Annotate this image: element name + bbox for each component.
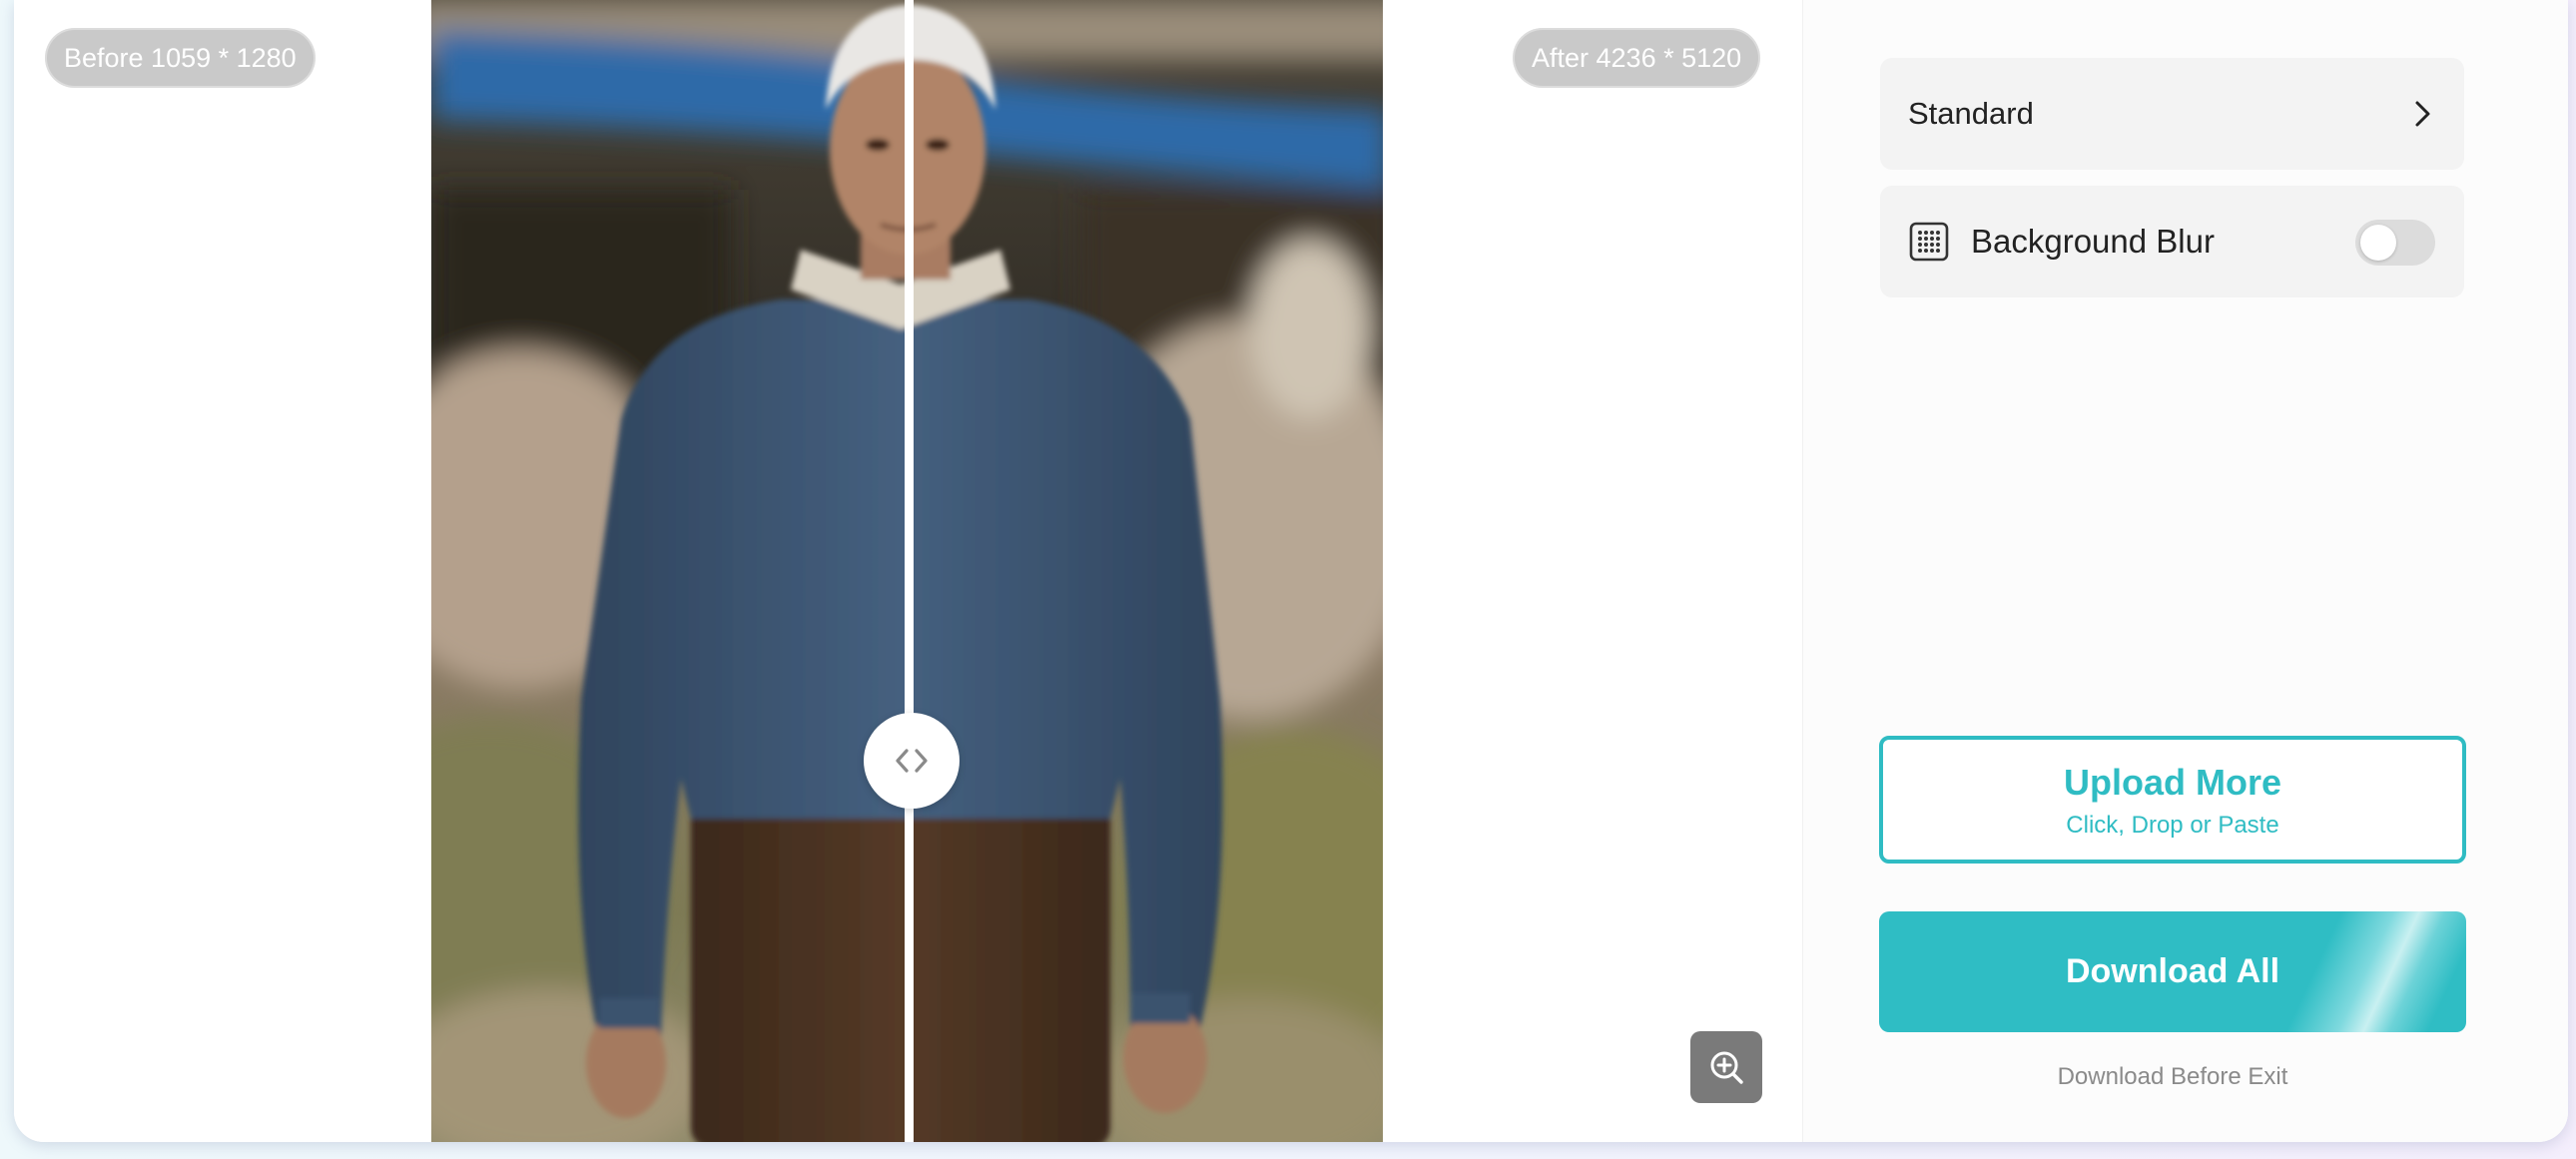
mode-label: Standard [1908,96,2034,131]
background-blur-row: Background Blur [1880,186,2464,297]
settings-panel: Standard Background Blur Upload More Cli… [1802,0,2568,1142]
mode-selector[interactable]: Standard [1880,58,2464,170]
upload-more-title: Upload More [2063,762,2281,803]
code-arrows-icon [896,749,928,773]
background-blur-toggle[interactable] [2355,220,2435,266]
after-size-badge: After 4236 * 5120 [1513,28,1761,88]
comparison-handle[interactable] [864,713,960,809]
before-size-badge: Before 1059 * 1280 [45,28,316,88]
download-all-button[interactable]: Download All [1879,911,2466,1032]
app-card: Before 1059 * 1280 After 4236 * 5120 Sta… [14,0,2568,1142]
image-comparison-viewer: Before 1059 * 1280 After 4236 * 5120 [14,0,1802,1142]
chevron-right-icon [2415,101,2430,127]
zoom-in-icon [1710,1051,1743,1084]
comparison-divider[interactable] [905,0,914,1142]
dot-grid-icon [1909,222,1949,262]
upload-more-subtitle: Click, Drop or Paste [2066,812,2279,839]
background-blur-label: Background Blur [1971,223,2215,260]
toggle-knob [2360,225,2396,261]
zoom-button[interactable] [1690,1031,1762,1103]
download-before-exit-link[interactable]: Download Before Exit [1879,1063,2466,1091]
upload-more-button[interactable]: Upload More Click, Drop or Paste [1879,736,2466,864]
